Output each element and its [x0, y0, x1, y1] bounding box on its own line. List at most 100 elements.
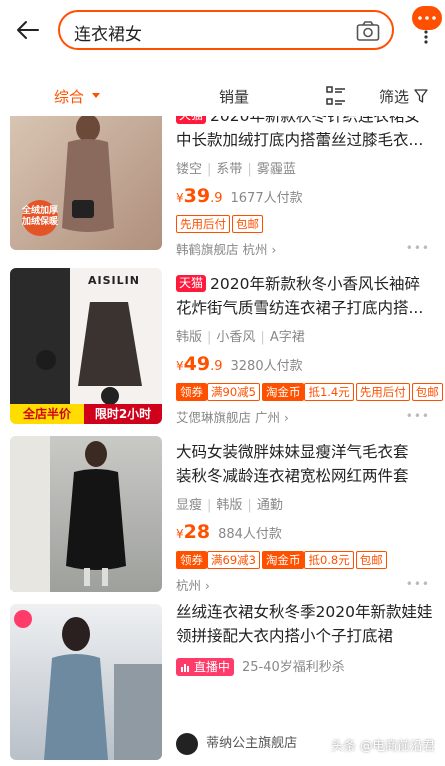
watermark: 头条 @电商前沿君: [331, 738, 435, 753]
thumbnail-banner: 全店半价 限时2小时: [10, 404, 162, 424]
product-title-line2: 花炸街气质雪纺连衣裙子打底内搭...: [176, 299, 424, 317]
product-image: [44, 617, 162, 760]
product-title[interactable]: 天猫2020年新款秋冬针织连衣裙女 中长款加绒打底内搭蕾丝过膝毛衣...: [176, 116, 438, 152]
coupon-tag: 领券: [176, 383, 207, 401]
live-row[interactable]: 直播中 25-40岁福利秒杀: [176, 656, 438, 676]
product-title-line1: 2020年新款秋冬小香风长袖碎: [210, 275, 420, 293]
product-title-line2: 装秋冬减龄连衣裙宽松网红两件套: [176, 467, 409, 485]
shop-city: 杭州: [242, 242, 268, 257]
shop-city: 广州: [255, 410, 281, 425]
product-title[interactable]: 天猫 2020年新款秋冬小香风长袖碎 花炸街气质雪纺连衣裙子打底内搭...: [176, 272, 438, 320]
product-image: [10, 436, 126, 592]
more-options-icon[interactable]: •••: [406, 577, 430, 591]
sort-tab-label: 销量: [219, 88, 250, 106]
banner-right: 限时2小时: [84, 404, 162, 424]
tmall-badge: 天猫: [176, 116, 207, 124]
list-view-toggle-icon[interactable]: [326, 86, 346, 106]
promo-tag: 先用后付: [355, 383, 410, 401]
more-menu-button[interactable]: [412, 6, 442, 30]
shop-name: 韩鹤旗舰店: [176, 242, 239, 257]
currency-symbol: ¥: [176, 359, 184, 373]
product-title[interactable]: 大码女装微胖妹妹显瘦洋气毛衣套 装秋冬减龄连衣裙宽松网红两件套: [176, 440, 438, 488]
product-title-line1: 丝绒连衣裙女秋冬季2020年新款娃娃: [176, 603, 433, 621]
more-options-icon[interactable]: •••: [406, 241, 430, 255]
promo-tags: 先用后付 包邮: [176, 213, 438, 233]
attribute: 小香风: [216, 330, 256, 345]
promo-tag: 先用后付: [176, 215, 230, 233]
sort-tab-label: 综合: [54, 88, 85, 106]
product-title[interactable]: 丝绒连衣裙女秋冬季2020年新款娃娃 领拼接配大衣内搭小个子打底裙: [176, 600, 438, 648]
sales-count: 884人付款: [218, 527, 282, 542]
camera-icon[interactable]: [356, 20, 380, 42]
product-info: 天猫2020年新款秋冬针织连衣裙女 中长款加绒打底内搭蕾丝过膝毛衣... 镂空|…: [176, 116, 438, 258]
product-info: 大码女装微胖妹妹显瘦洋气毛衣套 装秋冬减龄连衣裙宽松网红两件套 显瘦 | 韩版 | 通勤…: [176, 440, 438, 594]
price-row: ¥39.9 1677人付款: [176, 185, 438, 207]
price-decimal: .9: [210, 359, 223, 374]
attribute: A字裙: [269, 330, 305, 345]
sort-tab-sales[interactable]: 销量: [219, 86, 249, 107]
taojinbi-tag: 淘金币: [261, 383, 305, 401]
live-badge: 直播中: [176, 658, 234, 676]
product-attributes: 显瘦 | 韩版 | 通勤: [176, 498, 283, 513]
promo-tag: 包邮: [232, 215, 263, 233]
product-thumbnail[interactable]: [10, 604, 162, 760]
chevron-right-icon: ›: [284, 411, 289, 425]
price-integer: 39: [183, 185, 211, 207]
live-text: 25-40岁福利秒杀: [241, 660, 345, 675]
more-vertical-icon[interactable]: [423, 30, 429, 44]
promo-tag: 满69减3: [207, 551, 260, 569]
thumbnail-brand: AISILIN: [88, 274, 140, 287]
caret-down-icon: [91, 93, 100, 98]
search-input[interactable]: 连衣裙女: [74, 20, 142, 45]
product-thumbnail[interactable]: [10, 436, 162, 592]
product-title-line2: 中长款加绒打底内搭蕾丝过膝毛衣...: [176, 131, 424, 149]
product-thumbnail[interactable]: 全绒加厚 加绒保暖: [10, 116, 162, 250]
search-box[interactable]: 连衣裙女: [58, 10, 394, 50]
product-title-line2: 领拼接配大衣内搭小个子打底裙: [176, 627, 394, 645]
shop-row[interactable]: 杭州 › •••: [176, 575, 438, 594]
product-thumbnail[interactable]: AISILIN 全店半价 限时2小时: [10, 268, 162, 424]
live-label: 直播中: [193, 660, 230, 674]
currency-symbol: ¥: [176, 527, 184, 541]
filter-button[interactable]: 筛选: [379, 86, 428, 107]
attribute: 镂空: [176, 162, 203, 177]
currency-symbol: ¥: [176, 191, 184, 205]
promo-tag: 抵1.4元: [304, 383, 354, 401]
attribute: 韩版: [216, 498, 243, 513]
promo-tag: 抵0.8元: [304, 551, 354, 569]
filter-funnel-icon: [414, 89, 428, 103]
attribute: 显瘦: [176, 498, 203, 513]
product-title-line1: 2020年新款秋冬针织连衣裙女: [210, 116, 420, 125]
price-integer: 28: [183, 521, 211, 543]
shop-name: 蒂纳公主旗舰店: [206, 736, 298, 751]
attribute: 系带: [216, 162, 243, 177]
list-item[interactable]: AISILIN 全店半价 限时2小时 天猫 2020年新款秋冬小香风长袖碎 花炸街…: [0, 266, 445, 434]
shop-logo: [176, 732, 198, 755]
filter-label: 筛选: [379, 88, 410, 106]
product-info: 天猫 2020年新款秋冬小香风长袖碎 花炸街气质雪纺连衣裙子打底内搭... 韩版 |…: [176, 272, 443, 426]
sort-tab-comprehensive[interactable]: 综合: [54, 86, 101, 107]
product-list: 全绒加厚 加绒保暖 天猫2020年新款秋冬针织连衣裙女 中长款加绒打底内搭蕾丝过…: [0, 116, 445, 766]
list-item[interactable]: 全绒加厚 加绒保暖 天猫2020年新款秋冬针织连衣裙女 中长款加绒打底内搭蕾丝过…: [0, 116, 445, 258]
promo-tag: 满90减5: [207, 383, 260, 401]
tmall-badge: 天猫: [176, 275, 207, 292]
back-arrow-icon[interactable]: [14, 16, 42, 44]
attribute: 通勤: [256, 498, 283, 513]
live-bars-icon: [181, 664, 189, 672]
banner-left: 全店半价: [10, 404, 84, 424]
promo-tag: 包邮: [411, 383, 443, 401]
list-item[interactable]: 大码女装微胖妹妹显瘦洋气毛衣套 装秋冬减龄连衣裙宽松网红两件套 显瘦 | 韩版 | 通勤…: [0, 434, 445, 602]
shop-row[interactable]: 艾偲琳旗舰店 广州 › •••: [176, 407, 438, 426]
price-row: ¥49.9 3280人付款: [176, 353, 438, 375]
price-decimal: .9: [210, 191, 223, 206]
live-indicator-icon: [14, 610, 32, 628]
shop-city: 杭州: [176, 578, 202, 593]
chevron-right-icon: ›: [271, 243, 277, 257]
attribute: 韩版: [176, 330, 203, 345]
more-options-icon[interactable]: •••: [406, 409, 430, 423]
shop-row[interactable]: 韩鹤旗舰店 杭州 › •••: [176, 239, 438, 258]
product-title-line1: 大码女装微胖妹妹显瘦洋气毛衣套: [176, 443, 409, 461]
sort-bar: 综合 销量 筛选: [0, 76, 445, 116]
more-dots-icon: [418, 16, 436, 20]
product-info: 丝绒连衣裙女秋冬季2020年新款娃娃 领拼接配大衣内搭小个子打底裙 直播中 25…: [176, 600, 438, 755]
